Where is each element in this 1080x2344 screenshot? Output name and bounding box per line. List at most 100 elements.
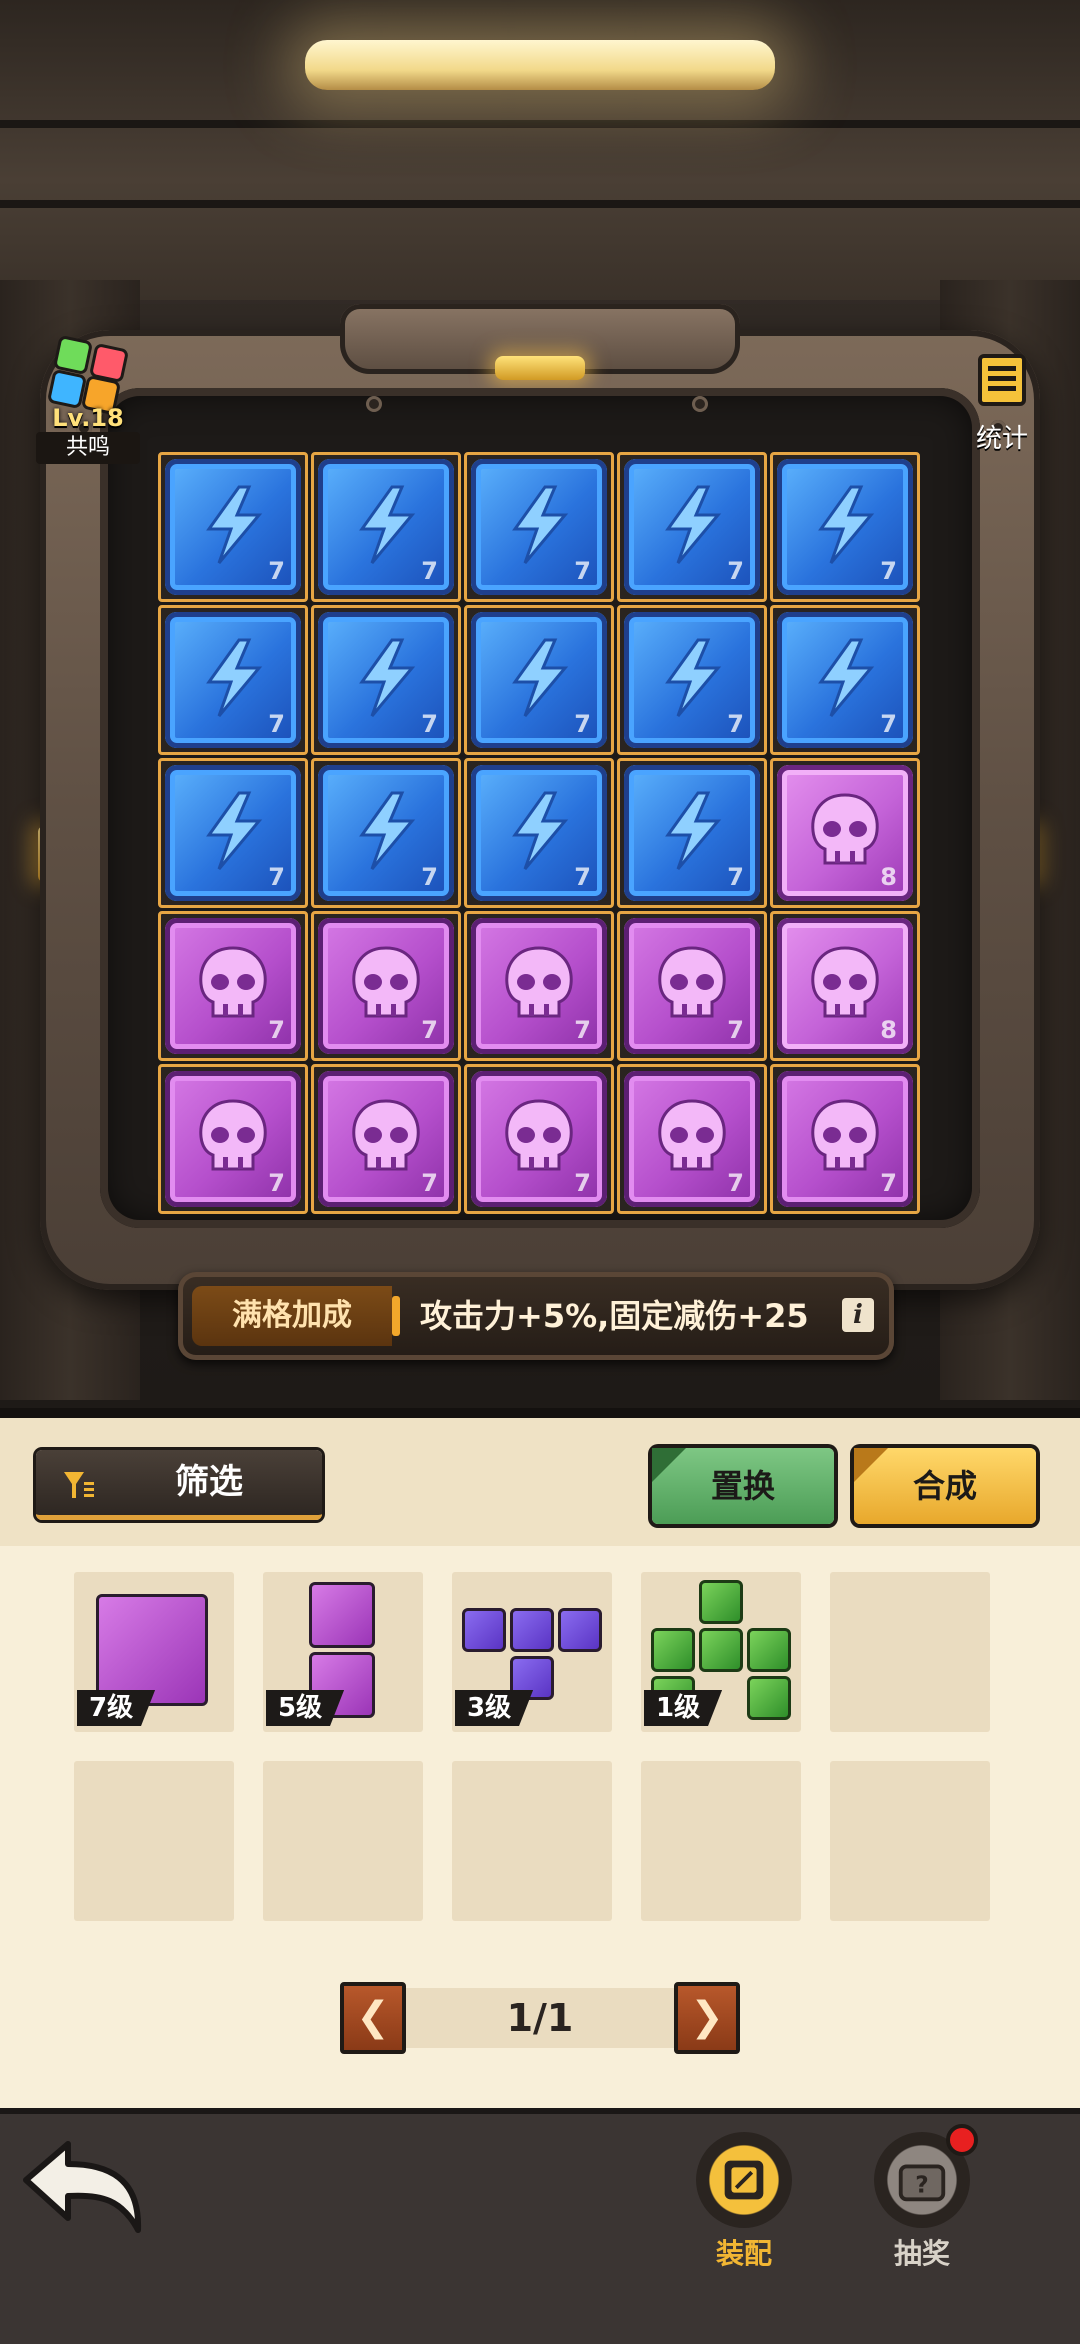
board-cell[interactable]: 8: [770, 911, 920, 1061]
skull-rune-tile[interactable]: 8: [777, 918, 913, 1054]
lightning-rune-tile[interactable]: 7: [318, 612, 454, 748]
skull-rune-tile[interactable]: 7: [624, 918, 760, 1054]
nav-equip-label: 装配: [715, 2237, 772, 2270]
tile-level: 8: [880, 1016, 897, 1044]
tile-level: 7: [421, 863, 438, 891]
board-cell[interactable]: 7: [617, 452, 767, 602]
rune-slot[interactable]: 7级: [74, 1572, 234, 1732]
tile-level: 7: [574, 863, 591, 891]
lightning-icon: [342, 481, 430, 573]
board-cell[interactable]: 7: [311, 758, 461, 908]
rune-slot[interactable]: 3级: [452, 1572, 612, 1732]
skull-icon: [189, 940, 277, 1032]
page-indicator: 1/1: [506, 1996, 574, 2040]
board-cell[interactable]: 7: [158, 452, 308, 602]
lightning-rune-tile[interactable]: 7: [165, 765, 301, 901]
nav-equip[interactable]: 装配: [684, 2132, 804, 2272]
board-cell[interactable]: 7: [617, 911, 767, 1061]
slot-level-label: 5级: [266, 1690, 345, 1726]
skull-rune-tile[interactable]: 7: [165, 1071, 301, 1207]
board-cell[interactable]: 8: [770, 758, 920, 908]
lightning-icon: [189, 481, 277, 573]
board-cell[interactable]: 7: [311, 911, 461, 1061]
board-cell[interactable]: 7: [770, 605, 920, 755]
board-cell[interactable]: 7: [464, 1064, 614, 1214]
skull-rune-tile[interactable]: 7: [471, 918, 607, 1054]
slot-level-label: 7级: [77, 1690, 156, 1726]
board-cell[interactable]: 7: [158, 911, 308, 1061]
skull-icon: [801, 787, 889, 879]
filter-button[interactable]: 筛选: [36, 1450, 322, 1520]
board-cell[interactable]: 7: [617, 758, 767, 908]
board-cell[interactable]: 7: [158, 605, 308, 755]
bonus-tag: 满格加成: [192, 1286, 392, 1346]
next-page-button[interactable]: ❯: [674, 1982, 740, 2054]
back-button[interactable]: [18, 2134, 148, 2244]
board-cell[interactable]: 7: [158, 1064, 308, 1214]
skull-rune-tile[interactable]: 7: [165, 918, 301, 1054]
tile-level: 8: [880, 863, 897, 891]
board-cell[interactable]: 7: [464, 452, 614, 602]
rune-slot[interactable]: 1级: [641, 1572, 801, 1732]
skull-rune-tile[interactable]: 7: [777, 1071, 913, 1207]
lightning-rune-tile[interactable]: 7: [624, 765, 760, 901]
empty-slot[interactable]: [830, 1761, 990, 1921]
lightning-icon: [495, 634, 583, 726]
frame-bolt: [366, 396, 382, 412]
board-cell[interactable]: 7: [464, 911, 614, 1061]
tile-level: 7: [421, 557, 438, 585]
board-cell[interactable]: 7: [311, 1064, 461, 1214]
skull-rune-tile[interactable]: 7: [471, 1071, 607, 1207]
rune-slot[interactable]: 5级: [263, 1572, 423, 1732]
board-cell[interactable]: 7: [464, 605, 614, 755]
frame-top-light: [495, 356, 585, 380]
board-cell[interactable]: 7: [311, 452, 461, 602]
lightning-rune-tile[interactable]: 7: [318, 459, 454, 595]
lightning-rune-tile[interactable]: 7: [318, 765, 454, 901]
board-cell[interactable]: 7: [770, 452, 920, 602]
info-icon[interactable]: i: [842, 1298, 874, 1332]
resonance-badge[interactable]: Lv.18 共鸣: [28, 330, 148, 470]
equipment-board[interactable]: 7 7 7 7 7 7 7 7 7 7 7 7 7 7 8 7 7 7 7 8 7 7 7 7 7: [158, 452, 924, 1214]
empty-slot[interactable]: [263, 1761, 423, 1921]
tile-level: 7: [574, 1169, 591, 1197]
board-cell[interactable]: 7: [464, 758, 614, 908]
nav-lottery[interactable]: ? 抽奖: [862, 2124, 982, 2272]
lightning-rune-tile[interactable]: 7: [777, 459, 913, 595]
board-cell[interactable]: 7: [617, 605, 767, 755]
skull-rune-tile[interactable]: 7: [318, 918, 454, 1054]
board-cell[interactable]: 7: [311, 605, 461, 755]
board-cell[interactable]: 7: [158, 758, 308, 908]
lightning-rune-tile[interactable]: 7: [165, 459, 301, 595]
stats-button[interactable]: 统计: [962, 352, 1042, 462]
bonus-separator: [392, 1296, 400, 1336]
empty-slot[interactable]: [452, 1761, 612, 1921]
inventory-grid: 7级 5级 3级 1级: [74, 1572, 992, 1924]
lightning-rune-tile[interactable]: 7: [624, 459, 760, 595]
lightning-rune-tile[interactable]: 7: [624, 612, 760, 748]
rune-block: [651, 1628, 695, 1672]
empty-slot[interactable]: [830, 1572, 990, 1732]
skull-icon: [495, 1093, 583, 1185]
empty-slot[interactable]: [74, 1761, 234, 1921]
skull-rune-tile[interactable]: 7: [624, 1071, 760, 1207]
lightning-icon: [189, 787, 277, 879]
equip-icon: [696, 2132, 792, 2228]
lightning-icon: [189, 634, 277, 726]
swap-button[interactable]: 置换: [652, 1448, 834, 1524]
prev-page-button[interactable]: ❮: [340, 1982, 406, 2054]
skull-rune-tile[interactable]: 7: [318, 1071, 454, 1207]
lightning-rune-tile[interactable]: 7: [471, 765, 607, 901]
empty-slot[interactable]: [641, 1761, 801, 1921]
lightning-rune-tile[interactable]: 7: [471, 612, 607, 748]
board-cell[interactable]: 7: [617, 1064, 767, 1214]
lightning-rune-tile[interactable]: 7: [777, 612, 913, 748]
lightning-rune-tile[interactable]: 7: [165, 612, 301, 748]
frame-bolt: [692, 396, 708, 412]
tile-level: 7: [268, 863, 285, 891]
skull-rune-tile[interactable]: 8: [777, 765, 913, 901]
swap-label: 置换: [710, 1467, 775, 1505]
lightning-rune-tile[interactable]: 7: [471, 459, 607, 595]
board-cell[interactable]: 7: [770, 1064, 920, 1214]
merge-button[interactable]: 合成: [854, 1448, 1036, 1524]
